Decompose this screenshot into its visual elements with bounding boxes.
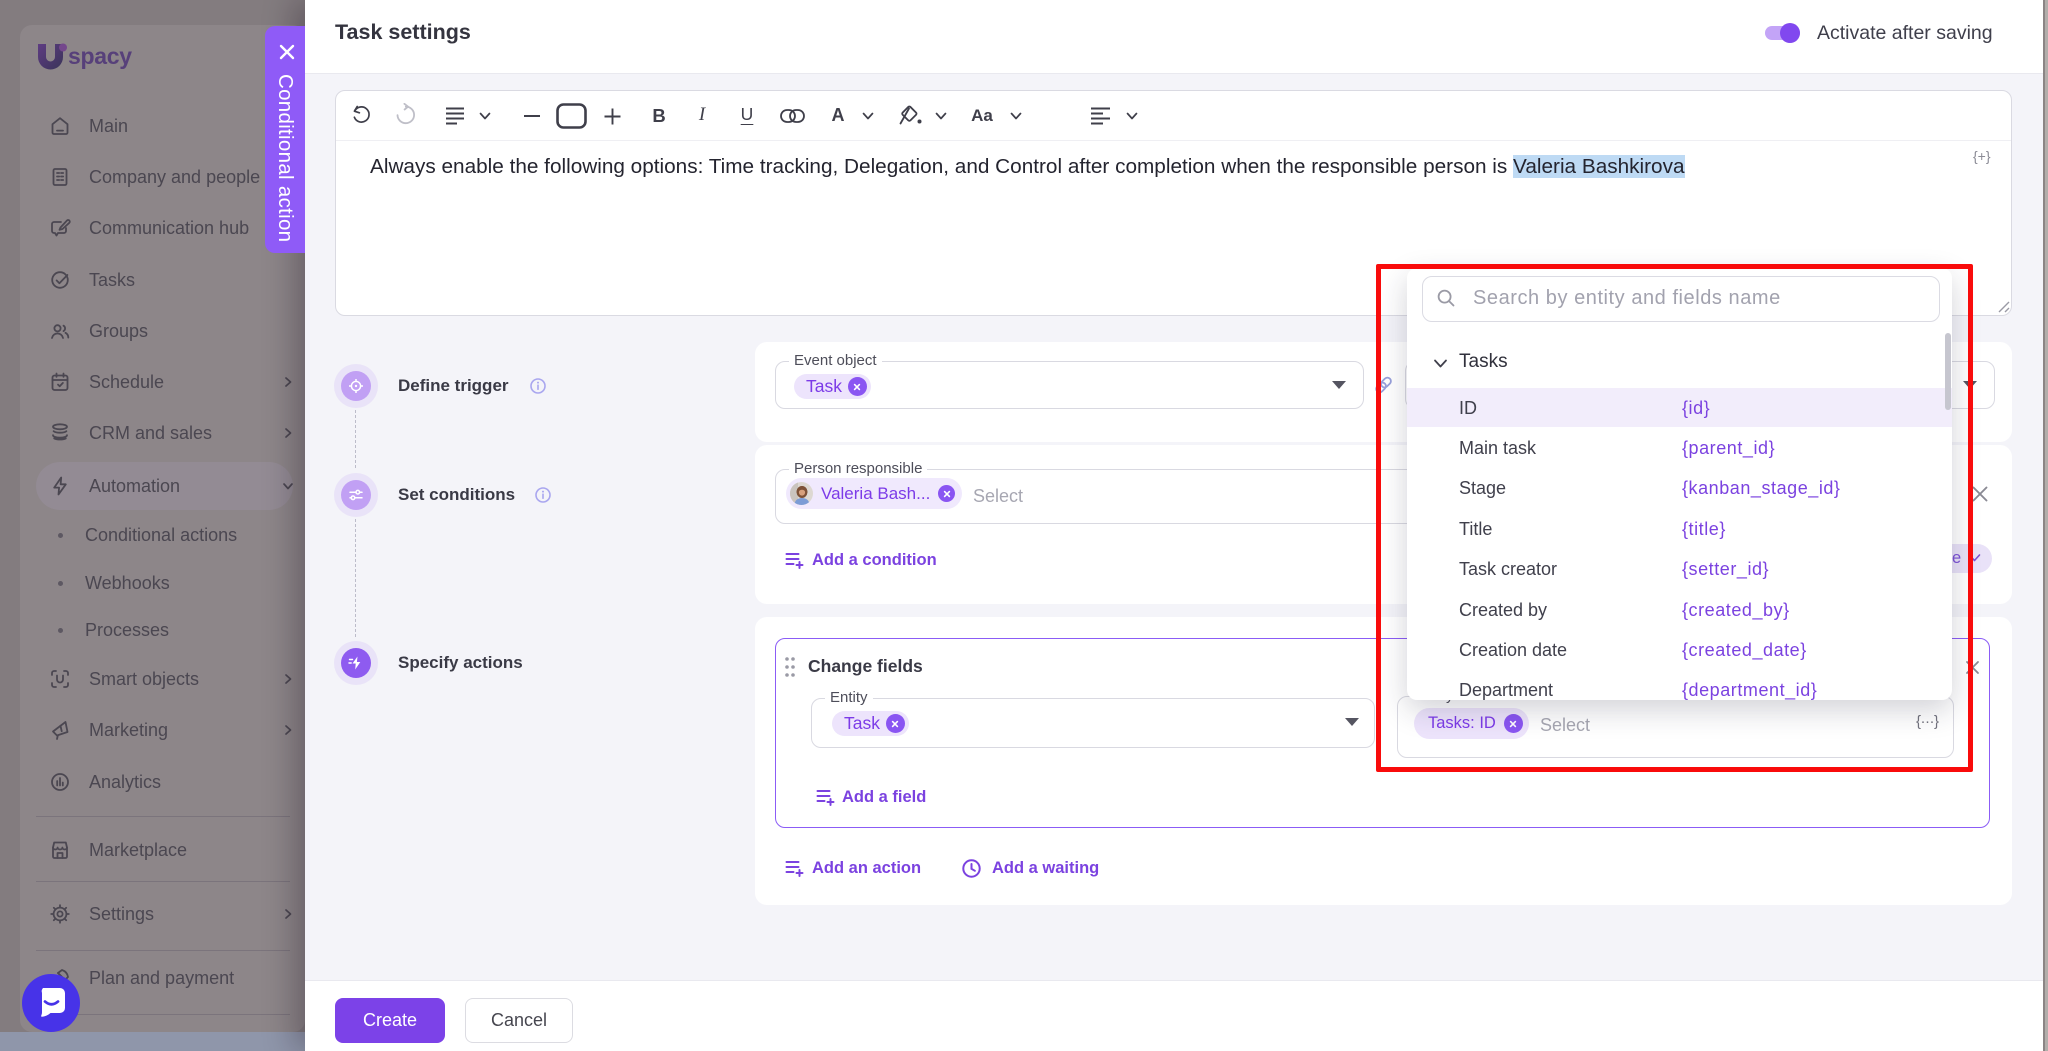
svg-text:spacy: spacy xyxy=(68,43,132,69)
